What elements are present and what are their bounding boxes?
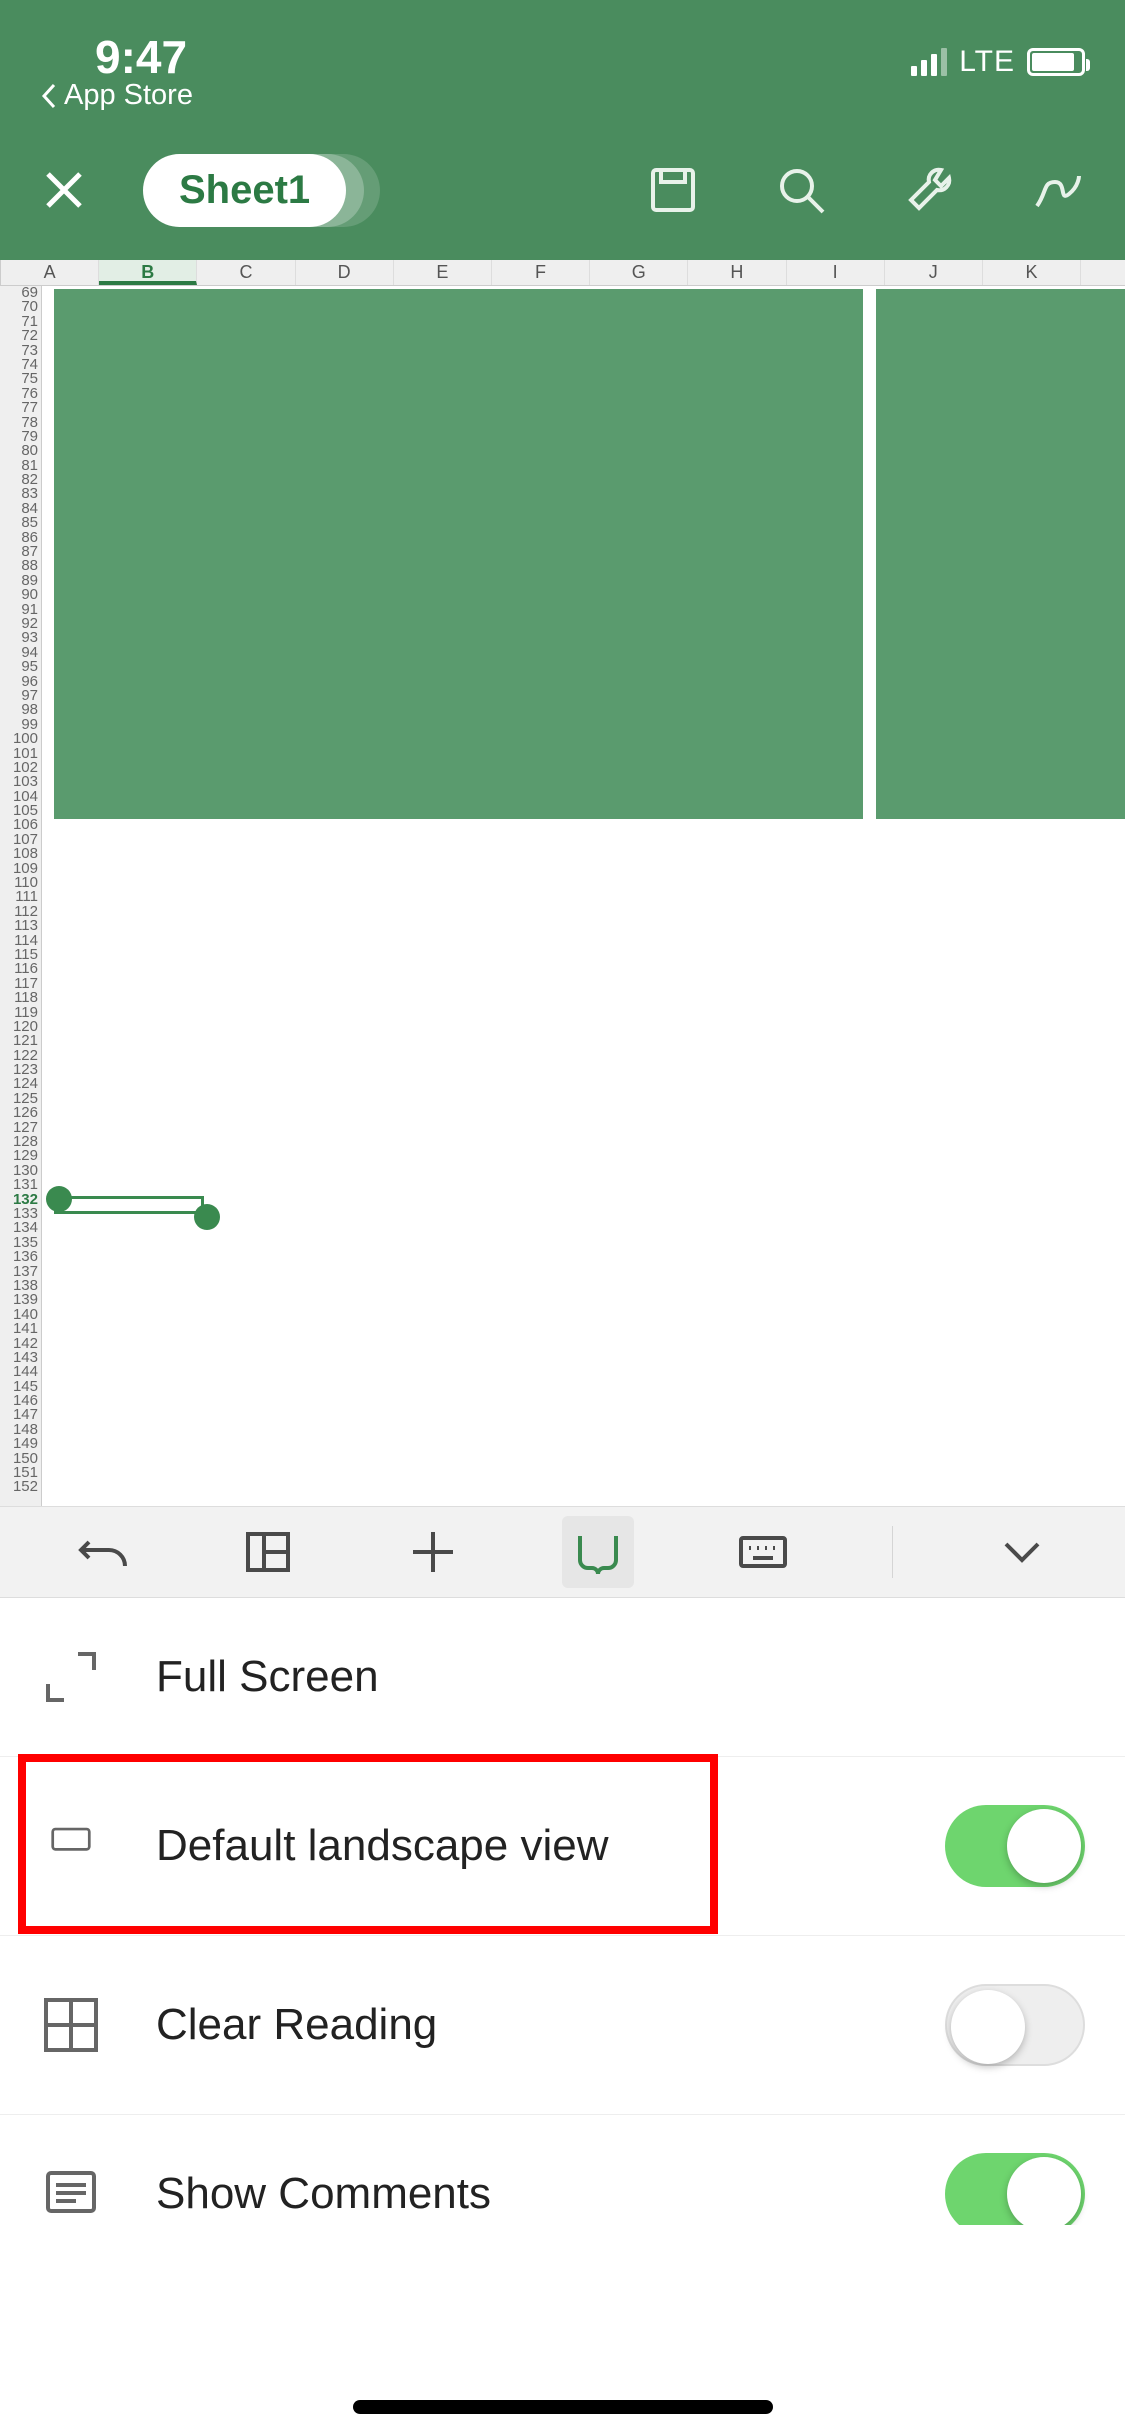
- column-header-C[interactable]: C: [197, 260, 295, 285]
- column-header-B[interactable]: B: [99, 260, 197, 285]
- column-header-G[interactable]: G: [590, 260, 688, 285]
- layout-button[interactable]: [232, 1516, 304, 1588]
- column-header-I[interactable]: I: [787, 260, 885, 285]
- fullscreen-icon: [40, 1646, 102, 1708]
- clear-reading-row[interactable]: Clear Reading: [0, 1936, 1125, 2115]
- return-to-app-store-button[interactable]: App Store: [40, 79, 193, 112]
- home-indicator: [353, 2400, 773, 2414]
- select-all-corner[interactable]: [0, 260, 1, 285]
- save-icon[interactable]: [645, 162, 701, 218]
- keyboard-button[interactable]: [727, 1516, 799, 1588]
- app-toolbar: Sheet1: [0, 120, 1125, 260]
- row-header-152[interactable]: 152: [0, 1480, 38, 1494]
- undo-button[interactable]: [67, 1516, 139, 1588]
- wrench-icon[interactable]: [901, 162, 957, 218]
- landscape-icon: [40, 1815, 102, 1877]
- grid-icon: [40, 1994, 102, 2056]
- selection-handle-bottom[interactable]: [194, 1204, 220, 1230]
- grid-canvas[interactable]: [42, 286, 1125, 1506]
- clear-reading-toggle[interactable]: [945, 1984, 1085, 2066]
- show-comments-label: Show Comments: [156, 2169, 945, 2219]
- view-settings-panel: Full Screen Default landscape view Clear…: [0, 1598, 1125, 2225]
- search-icon[interactable]: [773, 162, 829, 218]
- column-header-D[interactable]: D: [296, 260, 394, 285]
- selection-handle-top[interactable]: [46, 1186, 72, 1212]
- full-screen-label: Full Screen: [156, 1652, 1085, 1702]
- status-time: 9:47: [95, 30, 187, 84]
- row-headers[interactable]: 6970717273747576777879808182838485868788…: [0, 286, 42, 1506]
- landscape-row[interactable]: Default landscape view: [0, 1757, 1125, 1936]
- column-header-H[interactable]: H: [688, 260, 786, 285]
- collapse-panel-button[interactable]: [986, 1516, 1058, 1588]
- column-header-F[interactable]: F: [492, 260, 590, 285]
- column-header-K[interactable]: K: [983, 260, 1081, 285]
- insert-button[interactable]: [397, 1516, 469, 1588]
- sheet-name: Sheet1: [143, 154, 346, 227]
- full-screen-row[interactable]: Full Screen: [0, 1598, 1125, 1757]
- status-right-group: LTE: [911, 45, 1085, 79]
- column-header-L[interactable]: L: [1081, 260, 1125, 285]
- cell-selection[interactable]: [54, 1196, 204, 1214]
- comments-icon: [40, 2163, 102, 2225]
- column-header-J[interactable]: J: [885, 260, 983, 285]
- landscape-label: Default landscape view: [156, 1821, 945, 1871]
- network-type: LTE: [959, 45, 1015, 79]
- column-header-E[interactable]: E: [394, 260, 492, 285]
- clear-reading-label: Clear Reading: [156, 2000, 945, 2050]
- filled-range-1: [54, 289, 863, 819]
- back-label: App Store: [64, 79, 193, 112]
- column-headers[interactable]: ABCDEFGHIJKL: [0, 260, 1125, 286]
- status-bar: 9:47 LTE App Store: [0, 0, 1125, 120]
- toolbar-divider: [892, 1526, 893, 1578]
- view-button[interactable]: [562, 1516, 634, 1588]
- spreadsheet-area[interactable]: ABCDEFGHIJKL 697071727374757677787980818…: [0, 260, 1125, 1506]
- close-button[interactable]: [40, 166, 88, 214]
- show-comments-row[interactable]: Show Comments: [0, 2115, 1125, 2225]
- battery-icon: [1027, 48, 1085, 76]
- panel-toolbar: [0, 1506, 1125, 1598]
- scribble-icon[interactable]: [1029, 162, 1085, 218]
- sheet-tab[interactable]: Sheet1: [143, 154, 346, 227]
- landscape-toggle[interactable]: [945, 1805, 1085, 1887]
- filled-range-2: [876, 289, 1125, 819]
- show-comments-toggle[interactable]: [945, 2153, 1085, 2225]
- column-header-A[interactable]: A: [1, 260, 99, 285]
- cellular-signal-icon: [911, 48, 947, 76]
